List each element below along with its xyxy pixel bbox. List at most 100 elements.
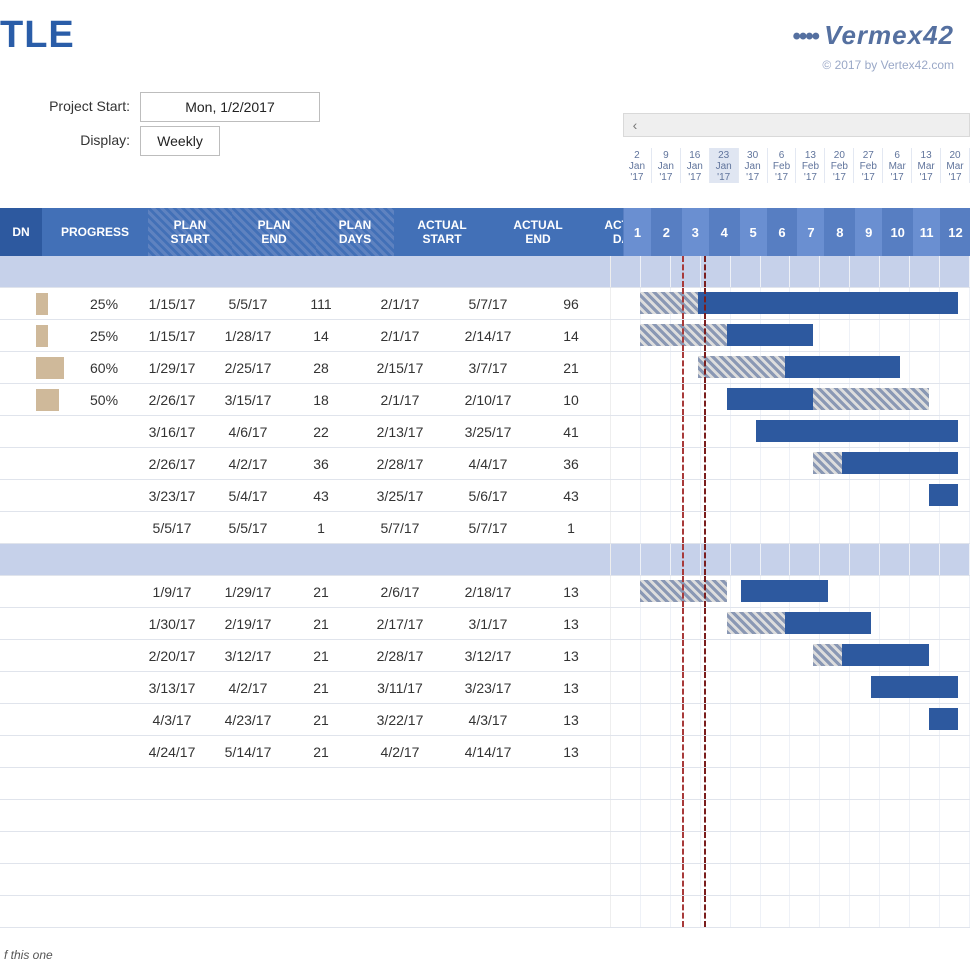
horizontal-scroll[interactable]: ‹ — [623, 113, 970, 137]
plan-end-cell: 4/6/17 — [210, 416, 286, 447]
cell — [356, 864, 444, 895]
plan-end-cell: 5/5/17 — [210, 288, 286, 319]
task-row — [0, 832, 970, 864]
task-row: 4/24/175/14/17214/2/174/14/1713 — [0, 736, 970, 768]
week-number: 5 — [739, 208, 768, 256]
col-header-plan_days: PLANDAYS — [316, 208, 394, 256]
today-line — [682, 448, 684, 479]
cell — [0, 672, 34, 703]
cell — [0, 544, 34, 575]
today-line — [704, 832, 706, 863]
week-number: 2 — [652, 208, 681, 256]
cell — [34, 480, 134, 511]
actual-end-cell: 3/12/17 — [444, 640, 532, 671]
cell — [210, 800, 286, 831]
cell — [532, 800, 610, 831]
display-label: Display: — [26, 126, 136, 156]
col-header-plan_start: PLANSTART — [148, 208, 232, 256]
project-start-input[interactable]: Mon, 1/2/2017 — [140, 92, 320, 122]
plan-days-cell: 14 — [286, 320, 356, 351]
display-input[interactable]: Weekly — [140, 126, 220, 156]
copyright-text: © 2017 by Vertex42.com — [822, 58, 954, 72]
week-date: 16Jan'17 — [681, 148, 710, 183]
actual-end-cell: 5/6/17 — [444, 480, 532, 511]
plan-start-cell: 3/13/17 — [134, 672, 210, 703]
progress-bar — [36, 357, 64, 379]
cell — [444, 768, 532, 799]
cell — [286, 800, 356, 831]
today-line — [704, 384, 706, 415]
actual-bar — [785, 356, 901, 378]
cell — [34, 896, 134, 927]
task-row: 2/20/173/12/17212/28/173/12/1713 — [0, 640, 970, 672]
week-number: 11 — [912, 208, 941, 256]
col-header-cut: DN — [0, 208, 42, 256]
cell — [532, 256, 610, 287]
gantt-cell — [610, 320, 970, 351]
gantt-cell — [610, 512, 970, 543]
actual-start-cell: 5/7/17 — [356, 512, 444, 543]
col-header-plan_end: PLANEND — [232, 208, 316, 256]
actual-end-cell: 3/25/17 — [444, 416, 532, 447]
week-date: 2Jan'17 — [623, 148, 652, 183]
cell — [0, 864, 34, 895]
actual-end-cell: 2/14/17 — [444, 320, 532, 351]
actual-days-cell: 13 — [532, 576, 610, 607]
cell — [532, 544, 610, 575]
actual-days-cell: 1 — [532, 512, 610, 543]
actual-end-cell: 5/7/17 — [444, 288, 532, 319]
week-date: 27Feb'17 — [854, 148, 883, 183]
cell — [286, 896, 356, 927]
progress-bar — [36, 293, 48, 315]
actual-end-cell: 3/23/17 — [444, 672, 532, 703]
cell — [210, 768, 286, 799]
cell — [0, 768, 34, 799]
gantt-cell — [610, 544, 970, 575]
plan-days-cell: 21 — [286, 608, 356, 639]
cell — [0, 576, 34, 607]
task-row — [0, 800, 970, 832]
task-row: 3/16/174/6/17222/13/173/25/1741 — [0, 416, 970, 448]
cell — [34, 672, 134, 703]
cell — [444, 800, 532, 831]
cell: 25% — [34, 288, 134, 319]
task-row: 5/5/175/5/1715/7/175/7/171 — [0, 512, 970, 544]
actual-days-cell: 21 — [532, 352, 610, 383]
section-row — [0, 256, 970, 288]
plan-end-cell: 2/19/17 — [210, 608, 286, 639]
week-number: 1 — [623, 208, 652, 256]
plan-start-cell: 2/26/17 — [134, 384, 210, 415]
week-date: 13Mar'17 — [912, 148, 941, 183]
plan-start-cell: 1/29/17 — [134, 352, 210, 383]
cell — [444, 256, 532, 287]
plan-end-cell: 1/28/17 — [210, 320, 286, 351]
actual-start-cell: 2/17/17 — [356, 608, 444, 639]
cell — [0, 352, 34, 383]
week-date: 20Feb'17 — [825, 148, 854, 183]
column-header-row: DNPROGRESSPLANSTARTPLANENDPLANDAYSACTUAL… — [0, 208, 672, 256]
plan-end-cell: 1/29/17 — [210, 576, 286, 607]
scroll-left-icon[interactable]: ‹ — [624, 117, 646, 133]
actual-bar — [785, 612, 872, 634]
actual-start-cell: 2/1/17 — [356, 384, 444, 415]
actual-start-cell: 2/1/17 — [356, 288, 444, 319]
plan-end-cell: 4/2/17 — [210, 672, 286, 703]
brand-logo: ••••Verтex42 — [792, 20, 954, 51]
gantt-cell — [610, 896, 970, 927]
cell — [210, 544, 286, 575]
week-number: 10 — [883, 208, 912, 256]
gantt-cell — [610, 672, 970, 703]
plan-start-cell: 1/15/17 — [134, 320, 210, 351]
plan-end-cell: 5/4/17 — [210, 480, 286, 511]
cell — [34, 576, 134, 607]
actual-bar — [929, 484, 958, 506]
cell — [0, 320, 34, 351]
cell — [134, 256, 210, 287]
today-line — [682, 608, 684, 639]
actual-bar — [741, 580, 828, 602]
footer-text: f this one — [4, 948, 53, 962]
today-line — [682, 672, 684, 703]
col-header-progress: PROGRESS — [42, 208, 148, 256]
col-header-actual_start: ACTUALSTART — [394, 208, 490, 256]
cell — [134, 800, 210, 831]
